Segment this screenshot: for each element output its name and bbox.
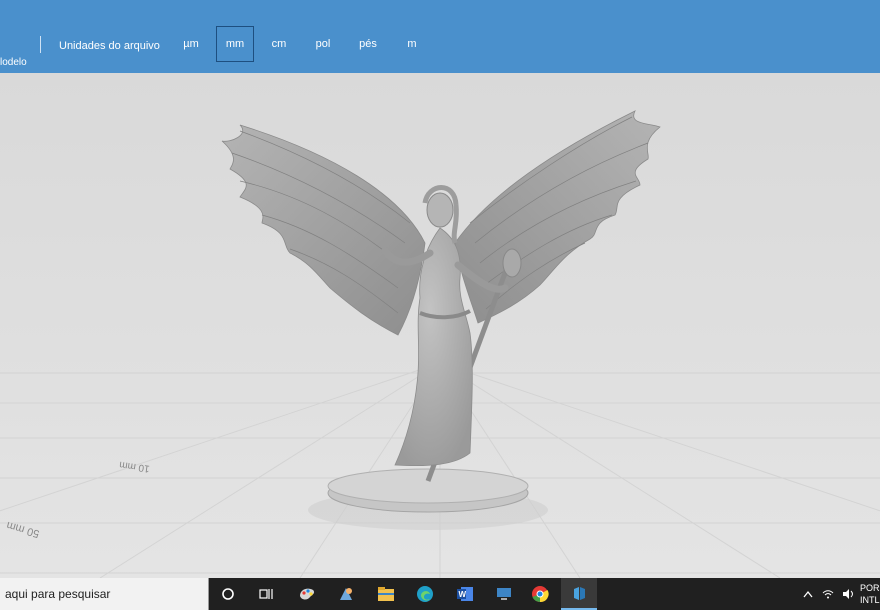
word-icon[interactable]: W: [449, 578, 481, 610]
unit-pol-button[interactable]: pol: [308, 26, 338, 62]
input-language-indicator[interactable]: POR INTL: [860, 581, 880, 609]
unit-pes-button[interactable]: pés: [352, 26, 384, 62]
unit-pol-label: pol: [315, 38, 331, 50]
cortana-circle-icon[interactable]: [212, 578, 244, 610]
remote-desktop-icon[interactable]: [488, 578, 520, 610]
unit-m-label: m: [407, 38, 417, 50]
taskbar-search-box[interactable]: aqui para pesquisar: [0, 578, 209, 610]
viewport-canvas[interactable]: 10 mm 50 mm: [0, 73, 880, 578]
head: [426, 192, 454, 228]
unit-cm-button[interactable]: cm: [264, 26, 294, 62]
ribbon-divider: [40, 36, 41, 53]
chrome-icon[interactable]: [524, 578, 556, 610]
unit-mm-label: mm: [225, 38, 245, 50]
file-units-label: Unidades do arquivo: [59, 40, 160, 52]
task-view-icon[interactable]: [250, 578, 282, 610]
file-explorer-icon[interactable]: [370, 578, 402, 610]
lang-line1: POR: [860, 583, 880, 593]
staff-top: [502, 248, 522, 278]
svg-text:W: W: [459, 590, 467, 599]
search-placeholder: aqui para pesquisar: [5, 587, 111, 601]
unit-pes-label: pés: [359, 38, 377, 50]
paint3d-icon[interactable]: [330, 578, 362, 610]
unit-m-button[interactable]: m: [398, 26, 426, 62]
windows-taskbar: aqui para pesquisar W POR INTL: [0, 578, 880, 610]
volume-icon[interactable]: [838, 578, 858, 610]
paint-icon[interactable]: [291, 578, 323, 610]
unit-um-label: µm: [183, 38, 199, 50]
unit-mm-button[interactable]: mm: [216, 26, 254, 62]
ribbon: lodelo Unidades do arquivo µm mm cm pol …: [0, 0, 880, 73]
model-group-label: lodelo: [0, 57, 27, 68]
unit-um-button[interactable]: µm: [176, 26, 206, 62]
show-hidden-icons-chevron-icon[interactable]: [796, 578, 820, 610]
3d-viewer-icon[interactable]: [561, 578, 597, 610]
unit-cm-label: cm: [271, 38, 287, 50]
wifi-icon[interactable]: [818, 578, 838, 610]
3d-viewport[interactable]: 10 mm 50 mm: [0, 73, 880, 578]
edge-icon[interactable]: [409, 578, 441, 610]
lang-line2: INTL: [860, 595, 880, 605]
